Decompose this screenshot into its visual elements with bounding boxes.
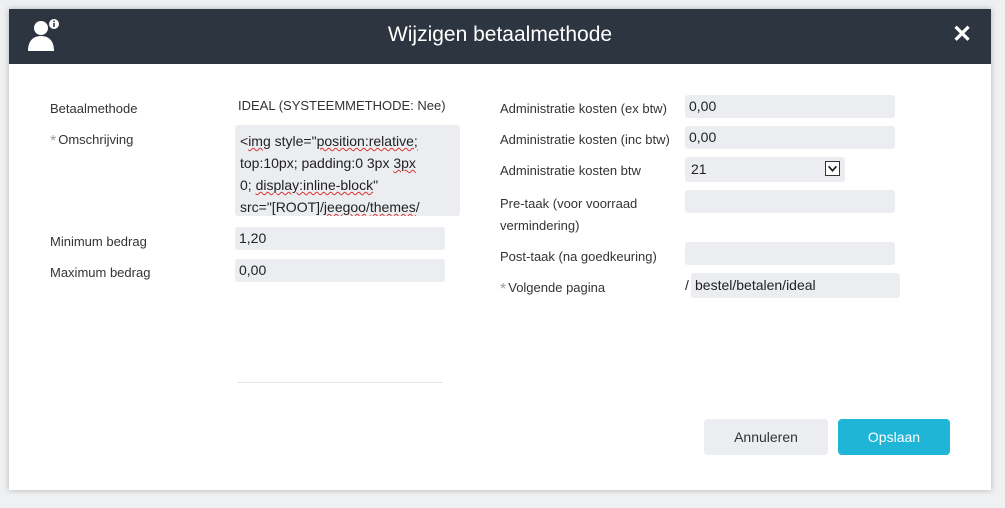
omschrijving-label: * Omschrijving (50, 129, 133, 153)
omschrijving-textarea[interactable]: <img style="position:relative; top:10px;… (235, 125, 460, 216)
dialog-title: Wijzigen betaalmethode (387, 23, 613, 46)
pre-taak-label-line-2: vermindering) (500, 218, 580, 233)
pre-taak-input[interactable] (685, 190, 895, 213)
divider (237, 382, 443, 383)
admin-kosten-inc-input[interactable]: 0,00 (685, 126, 895, 149)
omschrijving-line-3: 0; display:inline-block" (240, 177, 379, 193)
admin-kosten-ex-label: Administratie kosten (ex btw) (500, 101, 667, 116)
edit-payment-method-dialog: Wijzigen betaalmethode ✕ Betaalmethode I… (9, 9, 991, 490)
pre-taak-label-line-1: Pre-taak (voor voorraad (500, 196, 638, 211)
admin-kosten-inc-label: Administratie kosten (inc btw) (500, 132, 670, 147)
post-taak-input[interactable] (685, 242, 895, 265)
dialog-titlebar: Wijzigen betaalmethode ✕ (9, 9, 991, 64)
chevron-down-icon[interactable] (825, 161, 840, 176)
omschrijving-line-1: <img style="position:relative; (240, 133, 418, 149)
required-marker: * (50, 133, 57, 150)
cancel-button[interactable]: Annuleren (704, 419, 828, 455)
save-button[interactable]: Opslaan (838, 419, 950, 455)
close-icon[interactable]: ✕ (948, 21, 976, 49)
volgende-pagina-label: * Volgende pagina (500, 277, 605, 301)
minimum-bedrag-label: Minimum bedrag (50, 234, 147, 249)
volgende-pagina-label-text: Volgende pagina (508, 280, 606, 295)
admin-kosten-btw-label: Administratie kosten btw (500, 163, 641, 178)
pre-taak-label: Pre-taak (voor voorraad vermindering) (500, 193, 637, 237)
required-marker: * (500, 281, 507, 298)
betaalmethode-value: IDEAL (SYSTEEMMETHODE: Nee) (238, 98, 446, 113)
admin-kosten-btw-select[interactable]: 21 (685, 157, 845, 182)
admin-kosten-ex-input[interactable]: 0,00 (685, 95, 895, 118)
maximum-bedrag-input[interactable]: 0,00 (235, 259, 445, 282)
betaalmethode-label: Betaalmethode (50, 101, 138, 116)
volgende-pagina-input[interactable]: bestel/betalen/ideal (691, 273, 900, 298)
minimum-bedrag-input[interactable]: 1,20 (235, 227, 445, 250)
omschrijving-line-2: top:10px; padding:0 3px 3px (240, 155, 416, 171)
maximum-bedrag-label: Maximum bedrag (50, 265, 151, 280)
volgende-pagina-prefix: / (685, 277, 689, 293)
omschrijving-line-4: src="[ROOT]/jeegoo/themes/ (240, 199, 420, 215)
admin-kosten-btw-value: 21 (691, 161, 707, 177)
post-taak-label: Post-taak (na goedkeuring) (500, 249, 657, 264)
omschrijving-label-text: Omschrijving (58, 132, 134, 147)
